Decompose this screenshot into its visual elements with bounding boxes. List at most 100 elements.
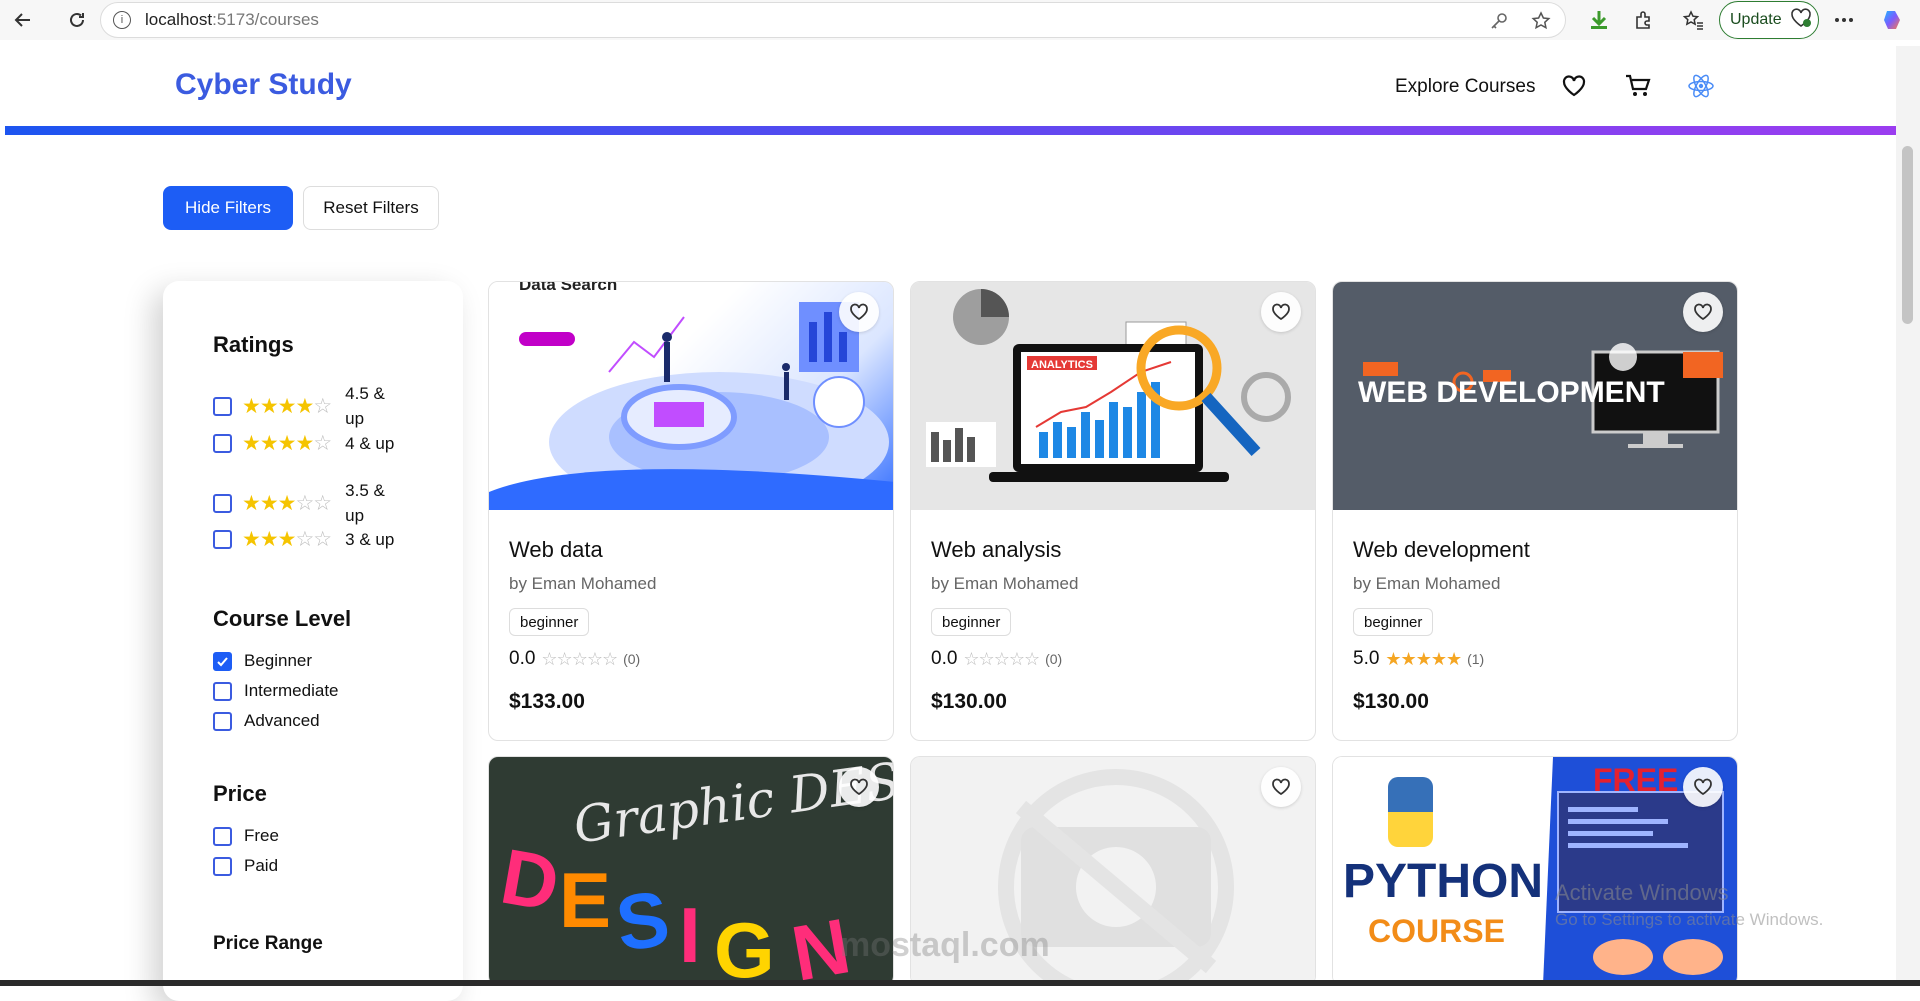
react-atom-icon[interactable] xyxy=(1685,70,1717,102)
checkbox[interactable] xyxy=(213,396,232,416)
rating-label: 3.5 & up xyxy=(345,481,385,525)
heart-update-icon xyxy=(1790,7,1812,33)
extensions-icon[interactable] xyxy=(1628,4,1660,36)
cart-icon[interactable] xyxy=(1622,70,1654,102)
checkbox-checked[interactable] xyxy=(213,651,232,671)
course-card[interactable]: Graphic DESIGN D E S I G N xyxy=(488,756,894,986)
course-card[interactable]: FREE PYTHON COURSE xyxy=(1332,756,1738,986)
web-page: Cyber Study Explore Courses Hide Filters… xyxy=(5,46,1896,1001)
checkbox[interactable] xyxy=(213,681,232,701)
level-label: Beginner xyxy=(244,651,313,670)
header-gradient-bar xyxy=(5,126,1896,135)
activate-windows-title: Activate Windows xyxy=(1555,880,1729,905)
address-bar[interactable]: i localhost:5173/courses xyxy=(100,2,1566,38)
favorite-heart-icon[interactable] xyxy=(1683,292,1723,332)
rating-filter-3[interactable]: ★★★ ☆☆ 3 & up xyxy=(213,527,415,552)
rating-label: 4 & up xyxy=(345,434,395,453)
level-label: Intermediate xyxy=(244,681,339,700)
filters-panel: Ratings ★★★★ ☆ 4.5 & up ★★★★ ☆ 4 & up ★★★ ☆… xyxy=(163,281,463,1001)
rating-value: 5.0 xyxy=(1353,648,1380,669)
hide-filters-button[interactable]: Hide Filters xyxy=(163,186,293,230)
price-range-title: Price Range xyxy=(213,933,323,954)
site-logo[interactable]: Cyber Study xyxy=(175,68,352,102)
rating-count: (0) xyxy=(1045,651,1063,667)
scrollbar[interactable] xyxy=(1896,46,1920,986)
rating-stars-icon: ☆☆☆☆☆ xyxy=(541,648,618,669)
rating-filter-3-5[interactable]: ★★★ ☆☆ 3.5 & up xyxy=(213,478,395,528)
thumbnail-text: COURSE xyxy=(1368,913,1505,949)
thumbnail-text: WEB DEVELOPMENT xyxy=(1358,376,1665,409)
key-icon[interactable] xyxy=(1489,11,1509,36)
price-free[interactable]: Free xyxy=(213,826,279,846)
reset-filters-button[interactable]: Reset Filters xyxy=(303,186,439,230)
price-label: Paid xyxy=(244,856,279,875)
back-icon[interactable] xyxy=(6,3,40,37)
activate-windows-subtitle: Go to Settings to activate Windows. xyxy=(1555,910,1824,929)
taskbar-edge xyxy=(0,980,1920,986)
more-menu-icon[interactable] xyxy=(1828,4,1860,36)
rating-value: 0.0 xyxy=(509,648,536,669)
favorite-heart-icon[interactable] xyxy=(1683,767,1723,807)
explore-courses-link[interactable]: Explore Courses xyxy=(1395,76,1535,98)
course-price: $133.00 xyxy=(509,690,585,713)
rating-filter-4-5[interactable]: ★★★★ ☆ 4.5 & up xyxy=(213,381,395,431)
course-card[interactable]: WEB DEVELOPMENT Web development by Eman … xyxy=(1332,281,1738,741)
url-text: localhost:5173/courses xyxy=(145,10,319,29)
checkbox[interactable] xyxy=(213,826,232,846)
stars-icon: ★★★ ☆☆ xyxy=(242,528,332,551)
update-button[interactable]: Update xyxy=(1719,1,1819,39)
svg-text:G: G xyxy=(714,906,775,985)
course-thumbnail: WEB DEVELOPMENT xyxy=(1333,282,1737,510)
course-rating: 0.0 ☆☆☆☆☆ (0) xyxy=(509,648,640,670)
download-icon[interactable] xyxy=(1583,4,1615,36)
course-rating: 5.0 ★★★★★ (1) xyxy=(1353,648,1484,670)
checkbox[interactable] xyxy=(213,856,232,876)
course-card[interactable]: ANALYTICS Web analysis by Eman Mohamed b… xyxy=(910,281,1316,741)
thumbnail-text: Data Search xyxy=(519,282,617,294)
thumbnail-text: FREE xyxy=(1593,762,1678,798)
stars-icon: ★★★★ ☆ xyxy=(242,394,332,418)
level-label: Advanced xyxy=(244,711,320,730)
favorite-heart-icon[interactable] xyxy=(1261,767,1301,807)
course-title[interactable]: Web data xyxy=(509,537,603,563)
course-thumbnail: Graphic DESIGN D E S I G N xyxy=(489,757,893,985)
course-author: by Eman Mohamed xyxy=(509,574,657,593)
site-info-icon[interactable]: i xyxy=(113,11,131,29)
price-paid[interactable]: Paid xyxy=(213,856,278,876)
level-badge: beginner xyxy=(1353,608,1434,636)
checkbox[interactable] xyxy=(213,530,232,549)
rating-value: 0.0 xyxy=(931,648,958,669)
stars-icon: ★★★★ ☆ xyxy=(242,432,332,455)
course-title[interactable]: Web development xyxy=(1353,537,1530,563)
svg-text:D: D xyxy=(495,832,566,928)
checkbox[interactable] xyxy=(213,711,232,731)
scrollbar-thumb[interactable] xyxy=(1902,146,1913,324)
price-title: Price xyxy=(213,781,267,806)
rating-filter-4[interactable]: ★★★★ ☆ 4 & up xyxy=(213,431,415,456)
svg-text:E: E xyxy=(559,856,611,944)
course-title[interactable]: Web analysis xyxy=(931,537,1061,563)
checkbox[interactable] xyxy=(213,434,232,453)
level-intermediate[interactable]: Intermediate xyxy=(213,681,339,701)
rating-label: 3 & up xyxy=(345,530,395,549)
course-thumbnail: Data Search xyxy=(489,282,893,510)
favorite-heart-icon[interactable] xyxy=(839,292,879,332)
reload-icon[interactable] xyxy=(60,3,94,37)
svg-text:S: S xyxy=(611,874,675,968)
star-bookmark-icon[interactable] xyxy=(1531,11,1551,36)
favorite-heart-icon[interactable] xyxy=(839,767,879,807)
favorites-icon[interactable] xyxy=(1677,4,1709,36)
favorite-heart-icon[interactable] xyxy=(1261,292,1301,332)
level-badge: beginner xyxy=(931,608,1012,636)
course-card[interactable]: Data Search Web data by Eman Mohamed beg… xyxy=(488,281,894,741)
checkbox[interactable] xyxy=(213,493,232,513)
site-watermark: mostaql.com xyxy=(840,926,1050,964)
svg-text:I: I xyxy=(679,891,701,979)
level-beginner[interactable]: Beginner xyxy=(213,651,312,671)
level-advanced[interactable]: Advanced xyxy=(213,711,320,731)
copilot-icon[interactable] xyxy=(1877,4,1909,36)
rating-label: 4.5 & up xyxy=(345,384,385,428)
site-header: Cyber Study Explore Courses xyxy=(5,46,1896,126)
wishlist-heart-icon[interactable] xyxy=(1558,70,1590,102)
thumbnail-text: PYTHON xyxy=(1343,855,1543,908)
